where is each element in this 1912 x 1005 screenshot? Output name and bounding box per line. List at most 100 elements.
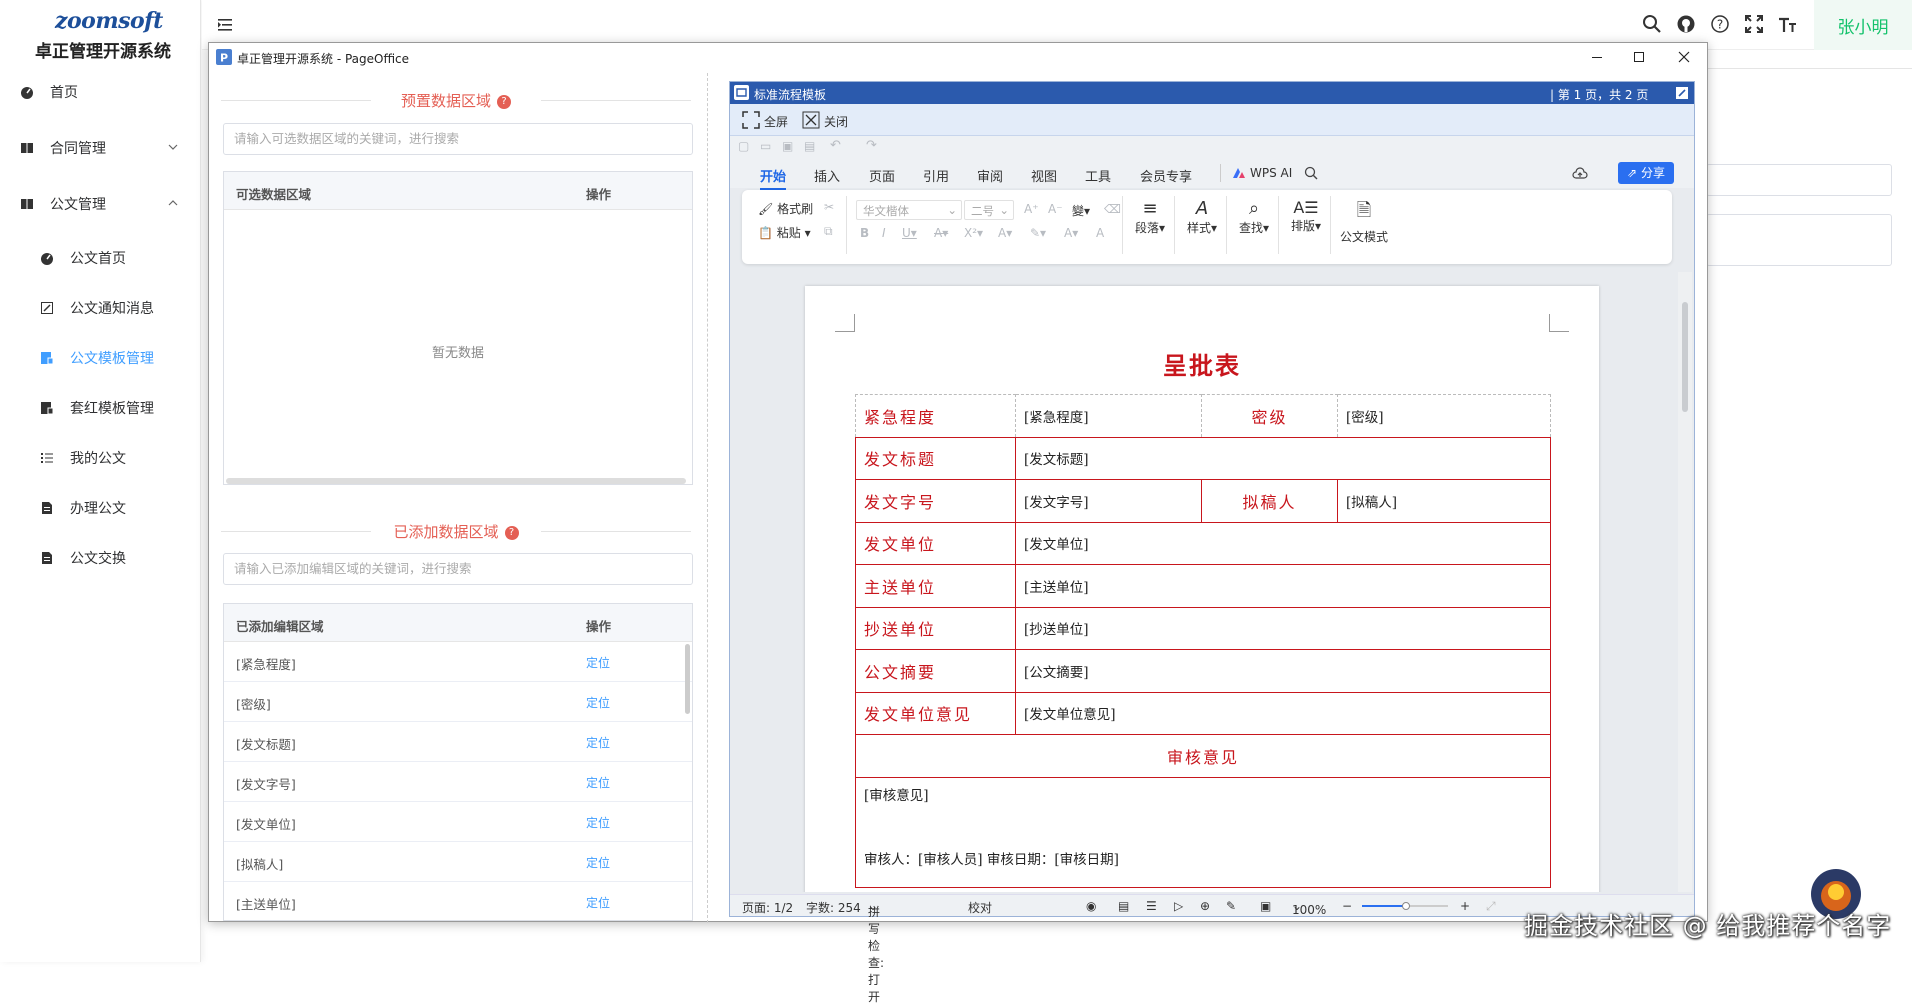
redo-icon[interactable]: ↷ <box>866 138 877 153</box>
tab-reference[interactable]: 引用 <box>923 166 949 185</box>
phonetic-icon[interactable]: 變▾ <box>1072 202 1090 219</box>
tab-start[interactable]: 开始 <box>760 166 787 190</box>
save-icon[interactable]: ▣ <box>782 139 793 153</box>
font-name-select[interactable]: 华文楷体 ⌄ <box>856 200 962 220</box>
scrollbar[interactable] <box>685 644 690 714</box>
cloud-upload-icon[interactable] <box>1572 166 1588 180</box>
zoom-slider[interactable] <box>1362 902 1448 910</box>
outline-view-icon[interactable]: ☰ <box>1146 899 1157 913</box>
menu-fold-icon[interactable] <box>216 15 236 35</box>
scrollbar-thumb[interactable] <box>1682 302 1688 412</box>
italic-icon[interactable]: I <box>882 226 886 240</box>
locate-link[interactable]: 定位 <box>586 774 610 791</box>
fullscreen-button[interactable]: 全屏 <box>764 113 788 130</box>
added-search-input[interactable]: 请输入已添加编辑区域的关键词，进行搜索 <box>223 553 693 585</box>
web-view-icon[interactable]: ⊕ <box>1200 899 1210 913</box>
tab-page[interactable]: 页面 <box>869 166 895 185</box>
proofread-button[interactable]: 校对 <box>968 899 992 916</box>
locate-link[interactable]: 定位 <box>586 814 610 831</box>
fullscreen-icon[interactable] <box>1744 14 1764 34</box>
field-value[interactable]: [紧急程度] <box>1015 394 1202 438</box>
tab-tools[interactable]: 工具 <box>1085 166 1111 185</box>
sidebar-item-docs[interactable]: 公文管理 <box>0 184 200 224</box>
format-painter-button[interactable]: 🖌 格式刷 <box>758 200 813 217</box>
preset-search-input[interactable]: 请输入可选数据区域的关键词，进行搜索 <box>223 123 693 155</box>
fullscreen-icon[interactable] <box>742 111 760 129</box>
zoom-in-icon[interactable]: + <box>1460 899 1470 913</box>
field-value[interactable]: [抄送单位] <box>1015 606 1551 650</box>
close-button[interactable]: 关闭 <box>824 113 848 130</box>
font-size-icon[interactable] <box>1778 14 1798 34</box>
paste-button[interactable]: 📋 粘贴 ▾ <box>758 224 811 241</box>
locate-link[interactable]: 定位 <box>586 654 610 671</box>
search-icon[interactable] <box>1304 166 1318 180</box>
layout-button[interactable]: A☰ 排版▾ <box>1286 198 1326 234</box>
field-value[interactable]: [发文字号] <box>1015 479 1202 523</box>
locate-link[interactable]: 定位 <box>586 694 610 711</box>
sidebar-item-contract[interactable]: 合同管理 <box>0 128 200 168</box>
copy-icon[interactable]: ⧉ <box>824 224 833 239</box>
fit-page-icon[interactable]: ▣ <box>1260 899 1271 913</box>
document-page[interactable]: 呈批表 紧急程度 [紧急程度] 密级 [密级] 发文标题 [发文标题] 发文字号 <box>805 286 1599 892</box>
official-mode-button[interactable]: 🗎 公文模式 <box>1336 198 1392 245</box>
field-value[interactable]: [发文单位] <box>1015 521 1551 565</box>
sidebar-item-doc-home[interactable]: 公文首页 <box>0 238 200 278</box>
review-cell[interactable]: [审核意见] 审核人：[审核人员] 审核日期：[审核日期] <box>855 776 1551 888</box>
superscript-icon[interactable]: X²▾ <box>964 226 983 240</box>
font-size-select[interactable]: 二号 ⌄ <box>964 200 1014 220</box>
zoom-slider-handle[interactable] <box>1402 902 1410 910</box>
sidebar-item-my-docs[interactable]: 我的公文 <box>0 438 200 478</box>
zoom-level[interactable]: 100% ⌄ <box>1292 899 1326 917</box>
expand-icon[interactable]: ⤢ <box>1486 899 1496 914</box>
search-icon[interactable] <box>1642 14 1662 34</box>
new-icon[interactable]: ▢ <box>738 139 749 153</box>
share-button[interactable]: ⇗ 分享 <box>1618 162 1674 184</box>
wps-ai-button[interactable]: WPS AI <box>1250 166 1292 180</box>
field-value[interactable]: [拟稿人] <box>1337 479 1551 523</box>
field-value[interactable]: [密级] <box>1337 394 1551 438</box>
field-value[interactable]: [公文摘要] <box>1015 649 1551 693</box>
vertical-scrollbar[interactable] <box>1678 272 1692 892</box>
sidebar-item-doc-exchange[interactable]: 公文交换 <box>0 538 200 578</box>
style-button[interactable]: A 样式▾ <box>1182 198 1222 236</box>
minimize-icon[interactable] <box>1587 47 1607 67</box>
play-icon[interactable]: ▷ <box>1174 899 1183 913</box>
tab-insert[interactable]: 插入 <box>814 166 840 185</box>
field-value[interactable]: [发文标题] <box>1015 436 1551 480</box>
sidebar-item-doc-template[interactable]: 公文模板管理 <box>0 338 200 378</box>
increase-font-icon[interactable]: A⁺ <box>1024 202 1039 216</box>
cut-icon[interactable]: ✂ <box>824 200 834 214</box>
close-icon[interactable] <box>1674 47 1694 67</box>
text-effect-icon[interactable]: A▾ <box>998 226 1012 240</box>
locate-link[interactable]: 定位 <box>586 734 610 751</box>
help-icon[interactable]: ? <box>497 95 511 109</box>
user-name[interactable]: 张小明 <box>1814 0 1912 50</box>
sidebar-item-handle-docs[interactable]: 办理公文 <box>0 488 200 528</box>
scrollbar[interactable] <box>226 478 686 484</box>
field-value[interactable]: [发文单位意见] <box>1015 691 1551 735</box>
field-value[interactable]: [主送单位] <box>1015 564 1551 608</box>
pen-icon[interactable]: ✎ <box>1226 899 1236 913</box>
strikethrough-icon[interactable]: A▾ <box>934 226 948 240</box>
locate-link[interactable]: 定位 <box>586 894 610 911</box>
help-icon[interactable]: ? <box>1710 14 1730 34</box>
tab-view[interactable]: 视图 <box>1031 166 1057 185</box>
close-icon[interactable] <box>802 111 820 129</box>
tab-review[interactable]: 审阅 <box>977 166 1003 185</box>
find-button[interactable]: ⌕ 查找▾ <box>1234 198 1274 236</box>
help-icon[interactable]: ? <box>504 526 519 540</box>
highlight-icon[interactable]: ✎▾ <box>1030 226 1046 240</box>
maximize-icon[interactable] <box>1629 47 1649 67</box>
zoom-out-icon[interactable]: − <box>1342 899 1352 913</box>
spell-check-toggle[interactable]: 拼写检查: 打开 ⌄ <box>868 899 884 1004</box>
bold-icon[interactable]: B <box>860 226 869 240</box>
sidebar-item-redhead-template[interactable]: 套红模板管理 <box>0 388 200 428</box>
print-icon[interactable]: ▤ <box>804 139 815 153</box>
sidebar-item-doc-notice[interactable]: 公文通知消息 <box>0 288 200 328</box>
sidebar-item-home[interactable]: 首页 <box>0 72 200 112</box>
eye-icon[interactable]: ◉ <box>1086 899 1096 913</box>
restore-icon[interactable] <box>1675 86 1689 100</box>
font-color-icon[interactable]: A▾ <box>1064 226 1078 240</box>
decrease-font-icon[interactable]: A⁻ <box>1048 202 1063 216</box>
paragraph-button[interactable]: ≡ 段落▾ <box>1130 198 1170 236</box>
